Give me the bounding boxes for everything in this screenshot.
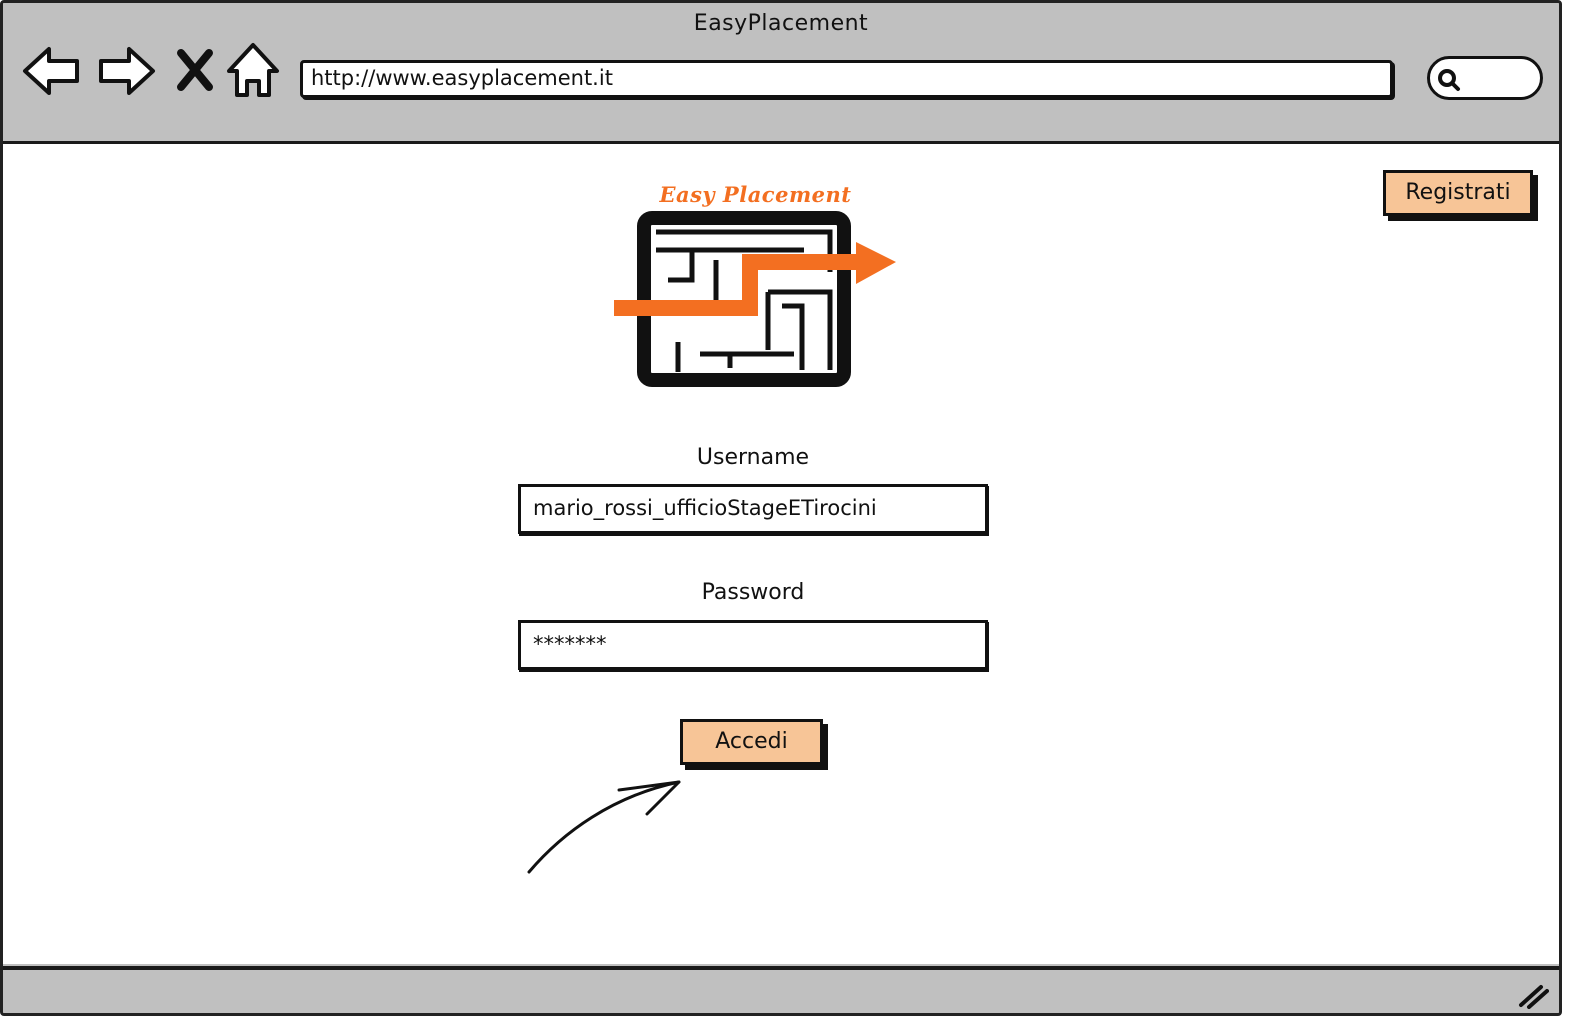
address-bar[interactable]: http://www.easyplacement.it bbox=[300, 60, 1393, 98]
username-field[interactable]: mario_rossi_ufficioStageETirocini bbox=[518, 484, 988, 534]
browser-toolbar: EasyPlacement http://www.easyplacement.i… bbox=[3, 3, 1559, 145]
maze-logo-icon bbox=[614, 211, 896, 387]
logo-text: Easy Placement bbox=[659, 182, 852, 207]
search-icon bbox=[1438, 69, 1460, 91]
password-field[interactable]: ******* bbox=[518, 620, 988, 670]
close-icon[interactable] bbox=[175, 41, 215, 101]
resize-handle-icon[interactable] bbox=[1515, 981, 1549, 1009]
window-title: EasyPlacement bbox=[693, 11, 869, 36]
status-bar bbox=[3, 966, 1559, 1013]
username-label: Username bbox=[696, 445, 810, 470]
page-content: Registrati Easy Placement Username mario… bbox=[3, 144, 1559, 964]
password-label: Password bbox=[701, 580, 805, 605]
annotation-arrow-icon bbox=[527, 780, 681, 874]
forward-arrow-icon[interactable] bbox=[95, 41, 157, 101]
back-arrow-icon[interactable] bbox=[21, 41, 83, 101]
browser-window: EasyPlacement http://www.easyplacement.i… bbox=[0, 0, 1562, 1016]
home-icon[interactable] bbox=[225, 41, 281, 101]
register-button[interactable]: Registrati bbox=[1383, 170, 1533, 216]
login-button[interactable]: Accedi bbox=[680, 719, 823, 765]
easy-placement-logo: Easy Placement bbox=[608, 182, 903, 392]
browser-search-box[interactable] bbox=[1427, 56, 1543, 100]
